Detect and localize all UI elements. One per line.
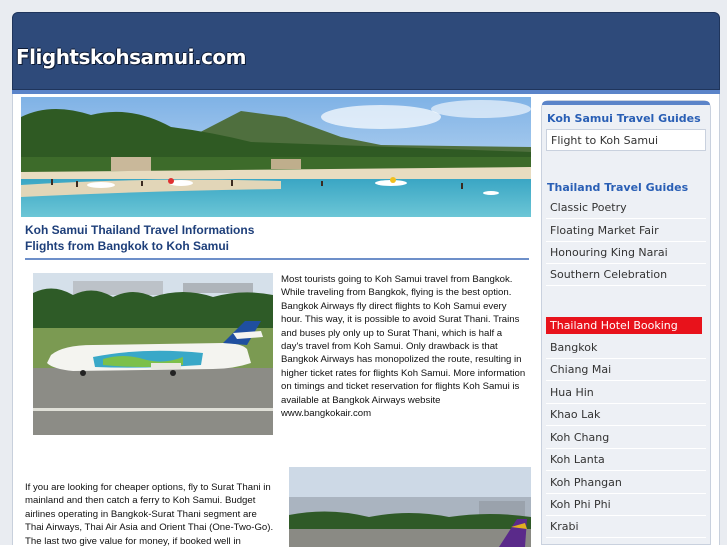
beach-hero-image	[21, 97, 531, 217]
main-column: Koh Samui Thailand Travel Informations F…	[21, 97, 533, 547]
sidebar-item-floating-market[interactable]: Floating Market Fair	[546, 220, 706, 242]
page-title: Koh Samui Thailand Travel Informations	[25, 223, 255, 237]
content-area: Koh Samui Thailand Travel Informations F…	[12, 94, 720, 547]
sidebar-item-koh-lanta[interactable]: Koh Lanta	[546, 449, 706, 471]
site-logo[interactable]: Flightskohsamui.com	[16, 45, 247, 69]
sidebar: Koh Samui Travel Guides Flight to Koh Sa…	[541, 100, 711, 545]
sidebar-heading-thailand: Thailand Travel Guides	[547, 181, 689, 194]
airplane-photo	[33, 273, 273, 435]
page-background: Flightskohsamui.com Koh Samui Thailand T…	[0, 0, 727, 547]
sidebar-item-southern-celebration[interactable]: Southern Celebration	[546, 264, 706, 286]
sidebar-item-krabi[interactable]: Krabi	[546, 516, 706, 538]
sidebar-item-chiang-mai[interactable]: Chiang Mai	[546, 359, 706, 381]
intro-paragraph: Most tourists going to Koh Samui travel …	[281, 274, 526, 420]
sidebar-item-hua-hin[interactable]: Hua Hin	[546, 382, 706, 404]
budget-paragraph: If you are looking for cheaper options, …	[25, 482, 274, 547]
sidebar-item-koh-chang[interactable]: Koh Chang	[546, 427, 706, 449]
sidebar-item-koh-phi-phi[interactable]: Koh Phi Phi	[546, 494, 706, 516]
sidebar-item-flight-koh-samui[interactable]: Flight to Koh Samui	[546, 129, 706, 151]
sidebar-item-classic-poetry[interactable]: Classic Poetry	[546, 197, 706, 219]
title-divider	[25, 258, 529, 260]
sidebar-item-khao-lak[interactable]: Khao Lak	[546, 404, 706, 426]
sidebar-item-king-narai[interactable]: Honouring King Narai	[546, 242, 706, 264]
page-titles: Koh Samui Thailand Travel Informations F…	[25, 222, 254, 254]
sidebar-heading-koh-samui: Koh Samui Travel Guides	[547, 112, 701, 125]
sidebar-heading-hotel-booking: Thailand Hotel Booking	[546, 317, 702, 334]
page-subtitle: Flights from Bangkok to Koh Samui	[25, 239, 230, 253]
sidebar-accent-bar	[542, 101, 710, 105]
sidebar-item-koh-phangan[interactable]: Koh Phangan	[546, 472, 706, 494]
sidebar-item-bangkok[interactable]: Bangkok	[546, 337, 706, 359]
site-header: Flightskohsamui.com	[12, 12, 720, 90]
airport-photo	[289, 467, 531, 547]
